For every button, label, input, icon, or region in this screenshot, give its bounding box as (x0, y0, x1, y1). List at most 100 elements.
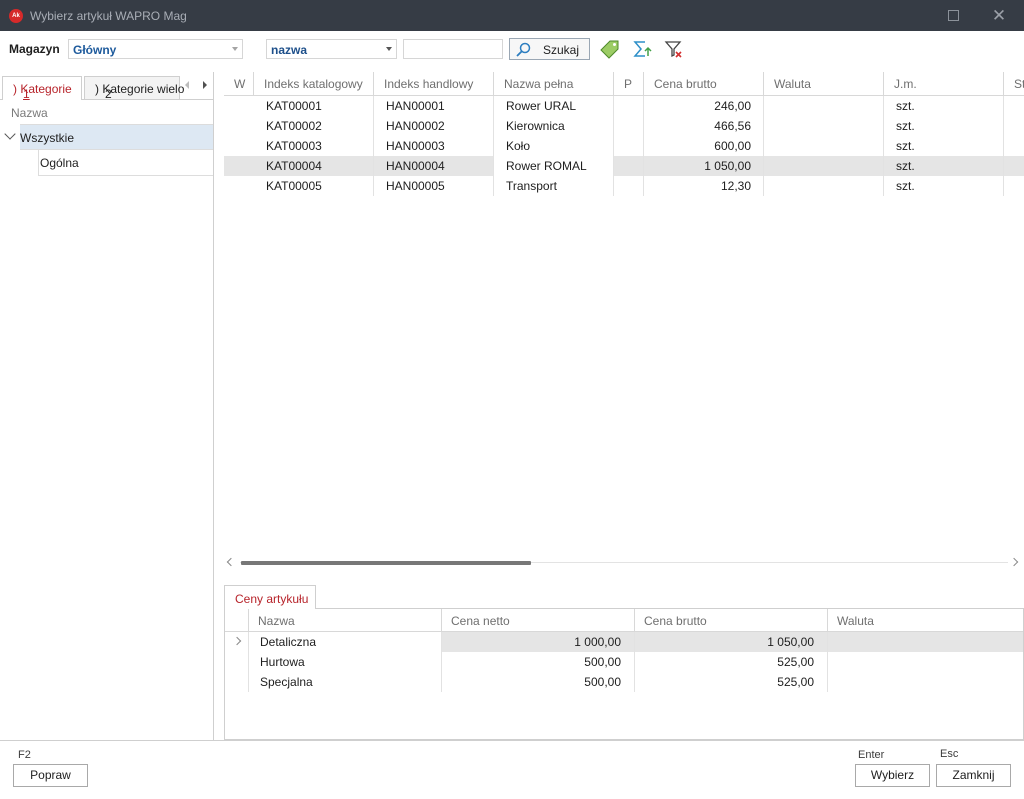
cell-cena-brutto: 600,00 (714, 139, 751, 153)
horizontal-scrollbar[interactable] (224, 557, 1024, 569)
tree-item-label: Wszystkie (20, 131, 74, 145)
table-row-selected[interactable]: Detaliczna 1 000,00 1 050,00 (225, 632, 1023, 652)
cell-indeks-handlowy: HAN00002 (386, 119, 445, 133)
scroll-right-icon[interactable] (1009, 557, 1019, 567)
column-header-indeks-handlowy[interactable]: Indeks handlowy (373, 72, 493, 96)
scroll-thumb[interactable] (241, 561, 531, 565)
column-header-waluta[interactable]: Waluta (827, 609, 1023, 632)
column-header-jm[interactable]: J.m. (883, 72, 1003, 96)
table-row[interactable]: KAT00001 HAN00001 Rower URAL 246,00 szt. (224, 96, 1024, 116)
grid-divider (883, 96, 884, 196)
cell-cena-brutto: 525,00 (777, 675, 814, 689)
prices-grid: Nazwa Cena netto Cena brutto Waluta Deta… (224, 608, 1024, 740)
toolbar: Magazyn Główny nazwa Szukaj (0, 31, 1024, 71)
cell-cena-brutto: 466,56 (714, 119, 751, 133)
wybierz-button[interactable]: Wybierz (855, 764, 930, 787)
popraw-shortcut: F2 (18, 749, 31, 761)
close-icon: ✕ (991, 6, 1007, 25)
search-input[interactable] (403, 39, 503, 59)
cell-nazwa-pelna: Kierownica (506, 119, 565, 133)
table-row[interactable]: KAT00003 HAN00003 Koło 600,00 szt. (224, 136, 1024, 156)
tree-item-wszystkie[interactable]: Wszystkie (20, 124, 213, 150)
grid-header: W Indeks katalogowy Indeks handlowy Nazw… (224, 72, 1024, 96)
column-header-w[interactable]: W (224, 72, 253, 96)
tab-kategorie-wielopoziomowe[interactable]: 2) Kategorie wielo (84, 76, 184, 101)
column-header-waluta[interactable]: Waluta (763, 72, 883, 96)
categories-panel: 1) Kategorie 2) Kategorie wielo Nazwa Ws… (0, 72, 214, 740)
column-header-cena-brutto[interactable]: Cena brutto (634, 609, 827, 632)
column-header-p[interactable]: P (613, 72, 643, 96)
chevron-down-icon (232, 47, 238, 51)
close-button[interactable]: ✕ (986, 6, 1012, 26)
grid-divider (634, 632, 635, 692)
tab-kategorie[interactable]: 1) Kategorie (2, 76, 82, 101)
cell-jm: szt. (896, 179, 915, 193)
cell-cena-brutto: 12,30 (720, 179, 751, 193)
sum-icon[interactable] (632, 39, 652, 59)
tree-item-label: Ogólna (40, 156, 79, 170)
grid-divider (613, 96, 614, 196)
table-row[interactable]: Specjalna 500,00 525,00 (225, 672, 1023, 692)
search-button-label: Szukaj (543, 43, 580, 57)
cell-indeks-katalogowy: KAT00004 (266, 159, 322, 173)
cell-indeks-katalogowy: KAT00002 (266, 119, 322, 133)
cell-nazwa: Specjalna (260, 675, 313, 689)
chevron-down-icon (386, 47, 392, 51)
search-button[interactable]: Szukaj (509, 38, 590, 60)
cell-cena-brutto: 246,00 (714, 99, 751, 113)
tab-scroll-right-icon[interactable] (203, 81, 207, 89)
cell-jm: szt. (896, 99, 915, 113)
cell-cena-brutto: 525,00 (777, 655, 814, 669)
magazyn-label: Magazyn (9, 42, 60, 56)
cell-nazwa-pelna: Transport (506, 179, 557, 193)
grid-divider (763, 96, 764, 196)
cell-nazwa-pelna: Rower URAL (506, 99, 577, 113)
search-field-value: nazwa (271, 43, 308, 57)
table-row-selected[interactable]: KAT00004 HAN00004 Rower ROMAL 1 050,00 s… (224, 156, 1024, 176)
app-logo-icon: Ak (9, 9, 23, 23)
scroll-left-icon[interactable] (226, 557, 236, 567)
cell-jm: szt. (896, 139, 915, 153)
cell-cena-netto: 500,00 (584, 675, 621, 689)
tree-item-ogolna[interactable]: Ogólna (38, 150, 213, 176)
footer: F2 Popraw Enter Wybierz Esc Zamknij (0, 740, 1024, 799)
column-header-cena-netto[interactable]: Cena netto (441, 609, 634, 632)
grid-divider (493, 96, 494, 196)
cell-indeks-katalogowy: KAT00003 (266, 139, 322, 153)
window-title: Wybierz artykuł WAPRO Mag (30, 9, 187, 23)
grid-divider (827, 632, 828, 692)
title-bar: Ak Wybierz artykuł WAPRO Mag ✕ (0, 0, 1024, 31)
price-tag-icon[interactable] (600, 39, 620, 59)
column-header-indeks-katalogowy[interactable]: Indeks katalogowy (253, 72, 373, 96)
search-field-select[interactable]: nazwa (266, 39, 397, 59)
grid-divider (248, 632, 249, 692)
cell-cena-brutto: 1 050,00 (704, 159, 751, 173)
magazyn-select[interactable]: Główny (68, 39, 243, 59)
cell-cena-netto: 500,00 (584, 655, 621, 669)
table-row[interactable]: KAT00005 HAN00005 Transport 12,30 szt. (224, 176, 1024, 196)
table-row[interactable]: KAT00002 HAN00002 Kierownica 466,56 szt. (224, 116, 1024, 136)
popraw-button[interactable]: Popraw (13, 764, 88, 787)
column-header-nazwa-pelna[interactable]: Nazwa pełna (493, 72, 613, 96)
tab-scroll-left-icon[interactable] (185, 81, 189, 89)
maximize-icon (948, 10, 959, 21)
table-row[interactable]: Hurtowa 500,00 525,00 (225, 652, 1023, 672)
category-tree: Nazwa Wszystkie Ogólna (0, 99, 213, 740)
cell-jm: szt. (896, 159, 915, 173)
cell-nazwa: Detaliczna (260, 635, 317, 649)
zamknij-button[interactable]: Zamknij (936, 764, 1011, 787)
chevron-down-icon[interactable] (4, 128, 16, 140)
row-indicator-header (225, 609, 248, 632)
column-header-stan[interactable]: St (1003, 72, 1024, 96)
column-header-nazwa[interactable]: Nazwa (248, 609, 441, 632)
clear-filter-icon[interactable] (664, 39, 684, 59)
maximize-button[interactable] (940, 6, 966, 26)
cell-nazwa-pelna: Koło (506, 139, 531, 153)
cell-indeks-katalogowy: KAT00005 (266, 179, 322, 193)
magazyn-value: Główny (73, 43, 117, 57)
column-header-cena-brutto[interactable]: Cena brutto (643, 72, 763, 96)
cell-indeks-handlowy: HAN00003 (386, 139, 445, 153)
tab-ceny-artykulu[interactable]: Ceny artykułu (224, 585, 316, 609)
cell-cena-brutto: 1 050,00 (767, 635, 814, 649)
grid-divider (441, 632, 442, 692)
